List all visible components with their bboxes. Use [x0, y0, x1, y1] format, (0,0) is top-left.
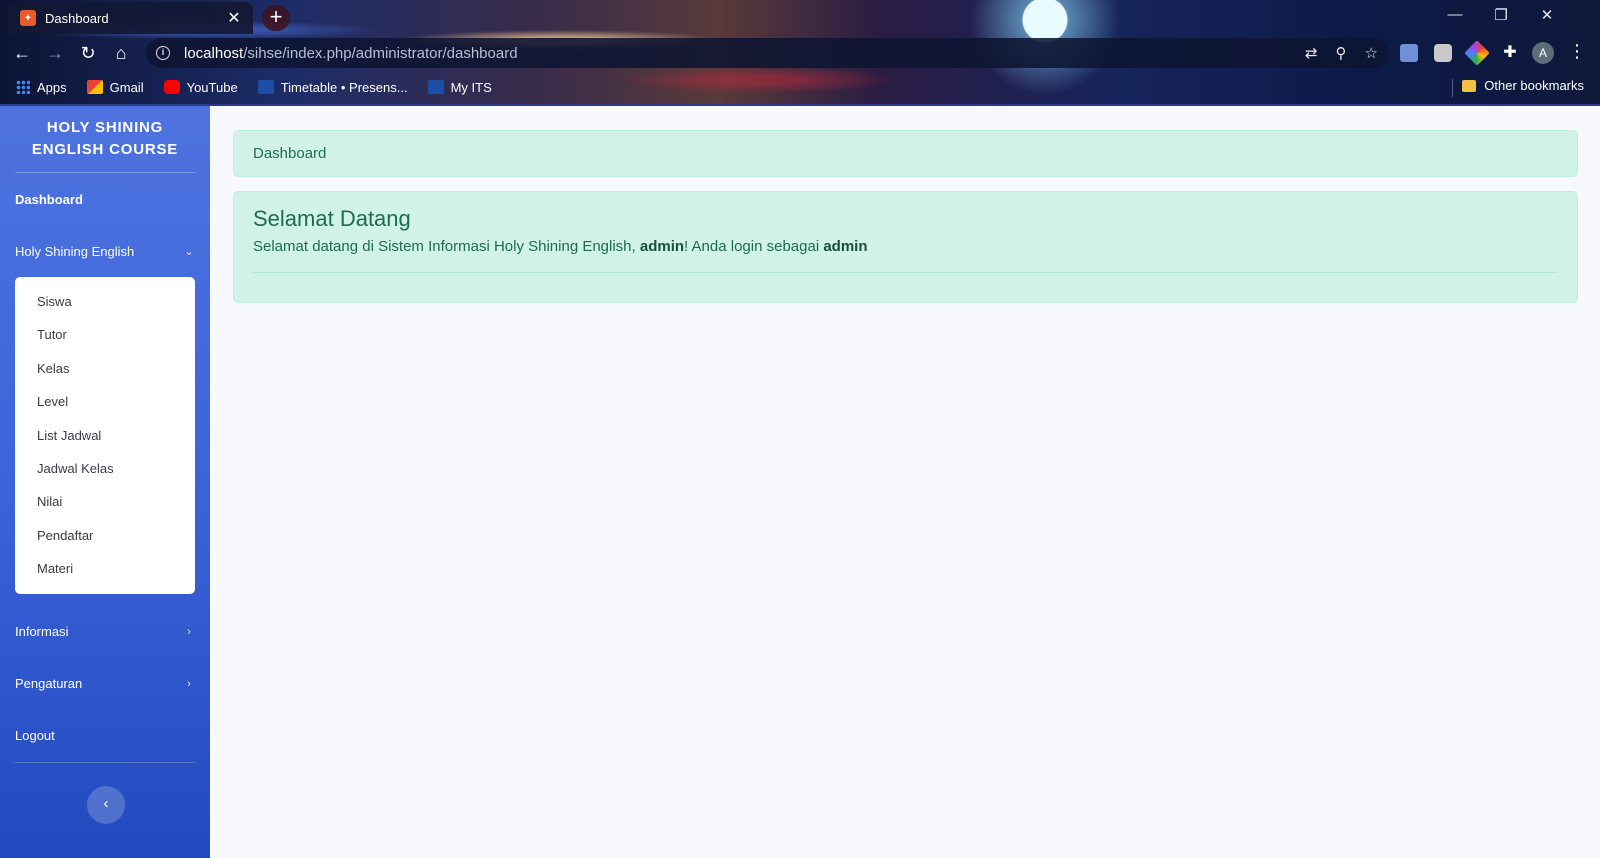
chevron-right-icon: ›: [187, 625, 191, 638]
welcome-message: Selamat datang di Sistem Informasi Holy …: [253, 238, 1558, 255]
bookmark-apps[interactable]: Apps: [16, 80, 67, 95]
site-info-icon[interactable]: i: [156, 46, 170, 60]
sidebar-item-label: Informasi: [15, 624, 69, 640]
bookmark-timetable[interactable]: Timetable • Presens...: [257, 79, 408, 95]
youtube-icon: [163, 80, 180, 94]
apps-grid-icon: [16, 80, 30, 94]
close-window-icon[interactable]: ✕: [1532, 6, 1562, 24]
tab-title: Dashboard: [45, 10, 109, 26]
main-content: Dashboard Selamat Datang Selamat datang …: [210, 106, 1600, 858]
extension-screen-icon[interactable]: [1400, 44, 1418, 62]
its-icon: [427, 80, 444, 94]
welcome-text-2: ! Anda login sebagai: [684, 238, 824, 255]
sidebar-item-informasi[interactable]: Informasi ›: [0, 606, 210, 658]
new-tab-button[interactable]: +: [262, 5, 290, 31]
breadcrumb-label: Dashboard: [253, 145, 327, 162]
breadcrumb: Dashboard: [233, 130, 1578, 177]
submenu-item-level[interactable]: Level: [15, 385, 195, 418]
sidebar-item-label: Holy Shining English: [15, 243, 135, 259]
url-host: localhost: [184, 44, 244, 62]
back-icon[interactable]: ←: [10, 41, 34, 65]
bookmark-my-its[interactable]: My ITS: [427, 79, 492, 95]
url-path: /sihse/index.php/administrator/dashboard: [243, 44, 518, 62]
bookmark-youtube[interactable]: YouTube: [163, 79, 238, 95]
sidebar-item-label: Logout: [15, 728, 55, 744]
bookmark-label: Apps: [37, 79, 67, 95]
its-icon: [257, 80, 274, 94]
sidebar-toggle-button[interactable]: ‹: [87, 786, 125, 824]
welcome-alert: Selamat Datang Selamat datang di Sistem …: [233, 191, 1578, 303]
brand-title[interactable]: HOLY SHINING ENGLISH COURSE: [0, 106, 210, 172]
chevron-right-icon: ›: [187, 677, 191, 690]
submenu-item-siswa[interactable]: Siswa: [15, 285, 195, 318]
welcome-divider: [253, 272, 1558, 273]
translate-icon[interactable]: ⇄: [1305, 44, 1318, 62]
tab-close-icon[interactable]: ✕: [225, 8, 243, 28]
home-icon[interactable]: ⌂: [109, 41, 133, 65]
browser-menu-icon[interactable]: ⋮: [1568, 41, 1586, 62]
bookmarks-bar: Apps Gmail YouTube Timetable • Presens..…: [16, 76, 492, 98]
browser-tab-dashboard[interactable]: ✦ Dashboard ✕: [8, 2, 253, 34]
other-bookmarks-label: Other bookmarks: [1484, 78, 1584, 93]
sidebar-item-holy-shining-english[interactable]: Holy Shining English ⌄: [0, 225, 210, 277]
zoom-icon[interactable]: ⚲: [1336, 44, 1347, 62]
submenu-item-tutor[interactable]: Tutor: [15, 318, 195, 351]
bookmarks-separator: [1452, 79, 1453, 97]
extensions-puzzle-icon[interactable]: ✚: [1501, 44, 1519, 62]
color-extension-icon[interactable]: [1464, 40, 1490, 66]
camera-extension-icon[interactable]: [1434, 44, 1452, 62]
bookmark-label: YouTube: [186, 79, 238, 95]
url-text[interactable]: localhost/sihse/index.php/administrator/…: [184, 45, 1305, 62]
submenu-item-nilai[interactable]: Nilai: [15, 485, 195, 518]
reload-icon[interactable]: ↻: [76, 41, 100, 65]
submenu-item-list-jadwal[interactable]: List Jadwal: [15, 419, 195, 452]
bookmark-label: Timetable • Presens...: [280, 79, 408, 95]
submenu-item-pendaftar[interactable]: Pendaftar: [15, 519, 195, 552]
other-bookmarks[interactable]: Other bookmarks: [1462, 78, 1584, 93]
welcome-role: admin: [823, 238, 868, 255]
browser-chrome: ✦ Dashboard ✕ + — ❐ ✕ ← → ↻ ⌂ i localhos…: [0, 0, 1600, 106]
submenu-item-jadwal-kelas[interactable]: Jadwal Kelas: [15, 452, 195, 485]
bookmark-label: My ITS: [450, 79, 492, 95]
submenu-item-kelas[interactable]: Kelas: [15, 352, 195, 385]
gmail-icon: [86, 80, 103, 94]
profile-avatar[interactable]: A: [1532, 42, 1554, 64]
minimize-icon[interactable]: —: [1440, 6, 1470, 23]
sidebar-item-label: Dashboard: [15, 191, 83, 207]
address-bar[interactable]: i localhost/sihse/index.php/administrato…: [146, 38, 1388, 68]
sidebar-item-logout[interactable]: Logout: [0, 710, 210, 762]
welcome-heading: Selamat Datang: [253, 206, 411, 231]
submenu-item-materi[interactable]: Materi: [15, 552, 195, 585]
restore-icon[interactable]: ❐: [1486, 6, 1516, 24]
sidebar: HOLY SHINING ENGLISH COURSE Dashboard Ho…: [0, 106, 210, 858]
bookmark-star-icon[interactable]: ☆: [1365, 44, 1378, 62]
sidebar-item-pengaturan[interactable]: Pengaturan ›: [0, 658, 210, 710]
bookmark-gmail[interactable]: Gmail: [86, 79, 144, 95]
bookmark-label: Gmail: [109, 79, 144, 95]
folder-icon: [1462, 79, 1477, 92]
welcome-username: admin: [639, 238, 685, 255]
forward-icon[interactable]: →: [43, 41, 67, 65]
submenu-panel: Siswa Tutor Kelas Level List Jadwal Jadw…: [15, 277, 195, 594]
codeigniter-favicon-icon: ✦: [20, 10, 36, 26]
sidebar-divider: [15, 761, 195, 763]
sidebar-item-label: Pengaturan: [15, 676, 83, 692]
welcome-text-1: Selamat datang di Sistem Informasi Holy …: [253, 238, 640, 255]
sidebar-item-dashboard[interactable]: Dashboard: [0, 173, 210, 225]
chevron-down-icon: ⌄: [184, 245, 194, 258]
